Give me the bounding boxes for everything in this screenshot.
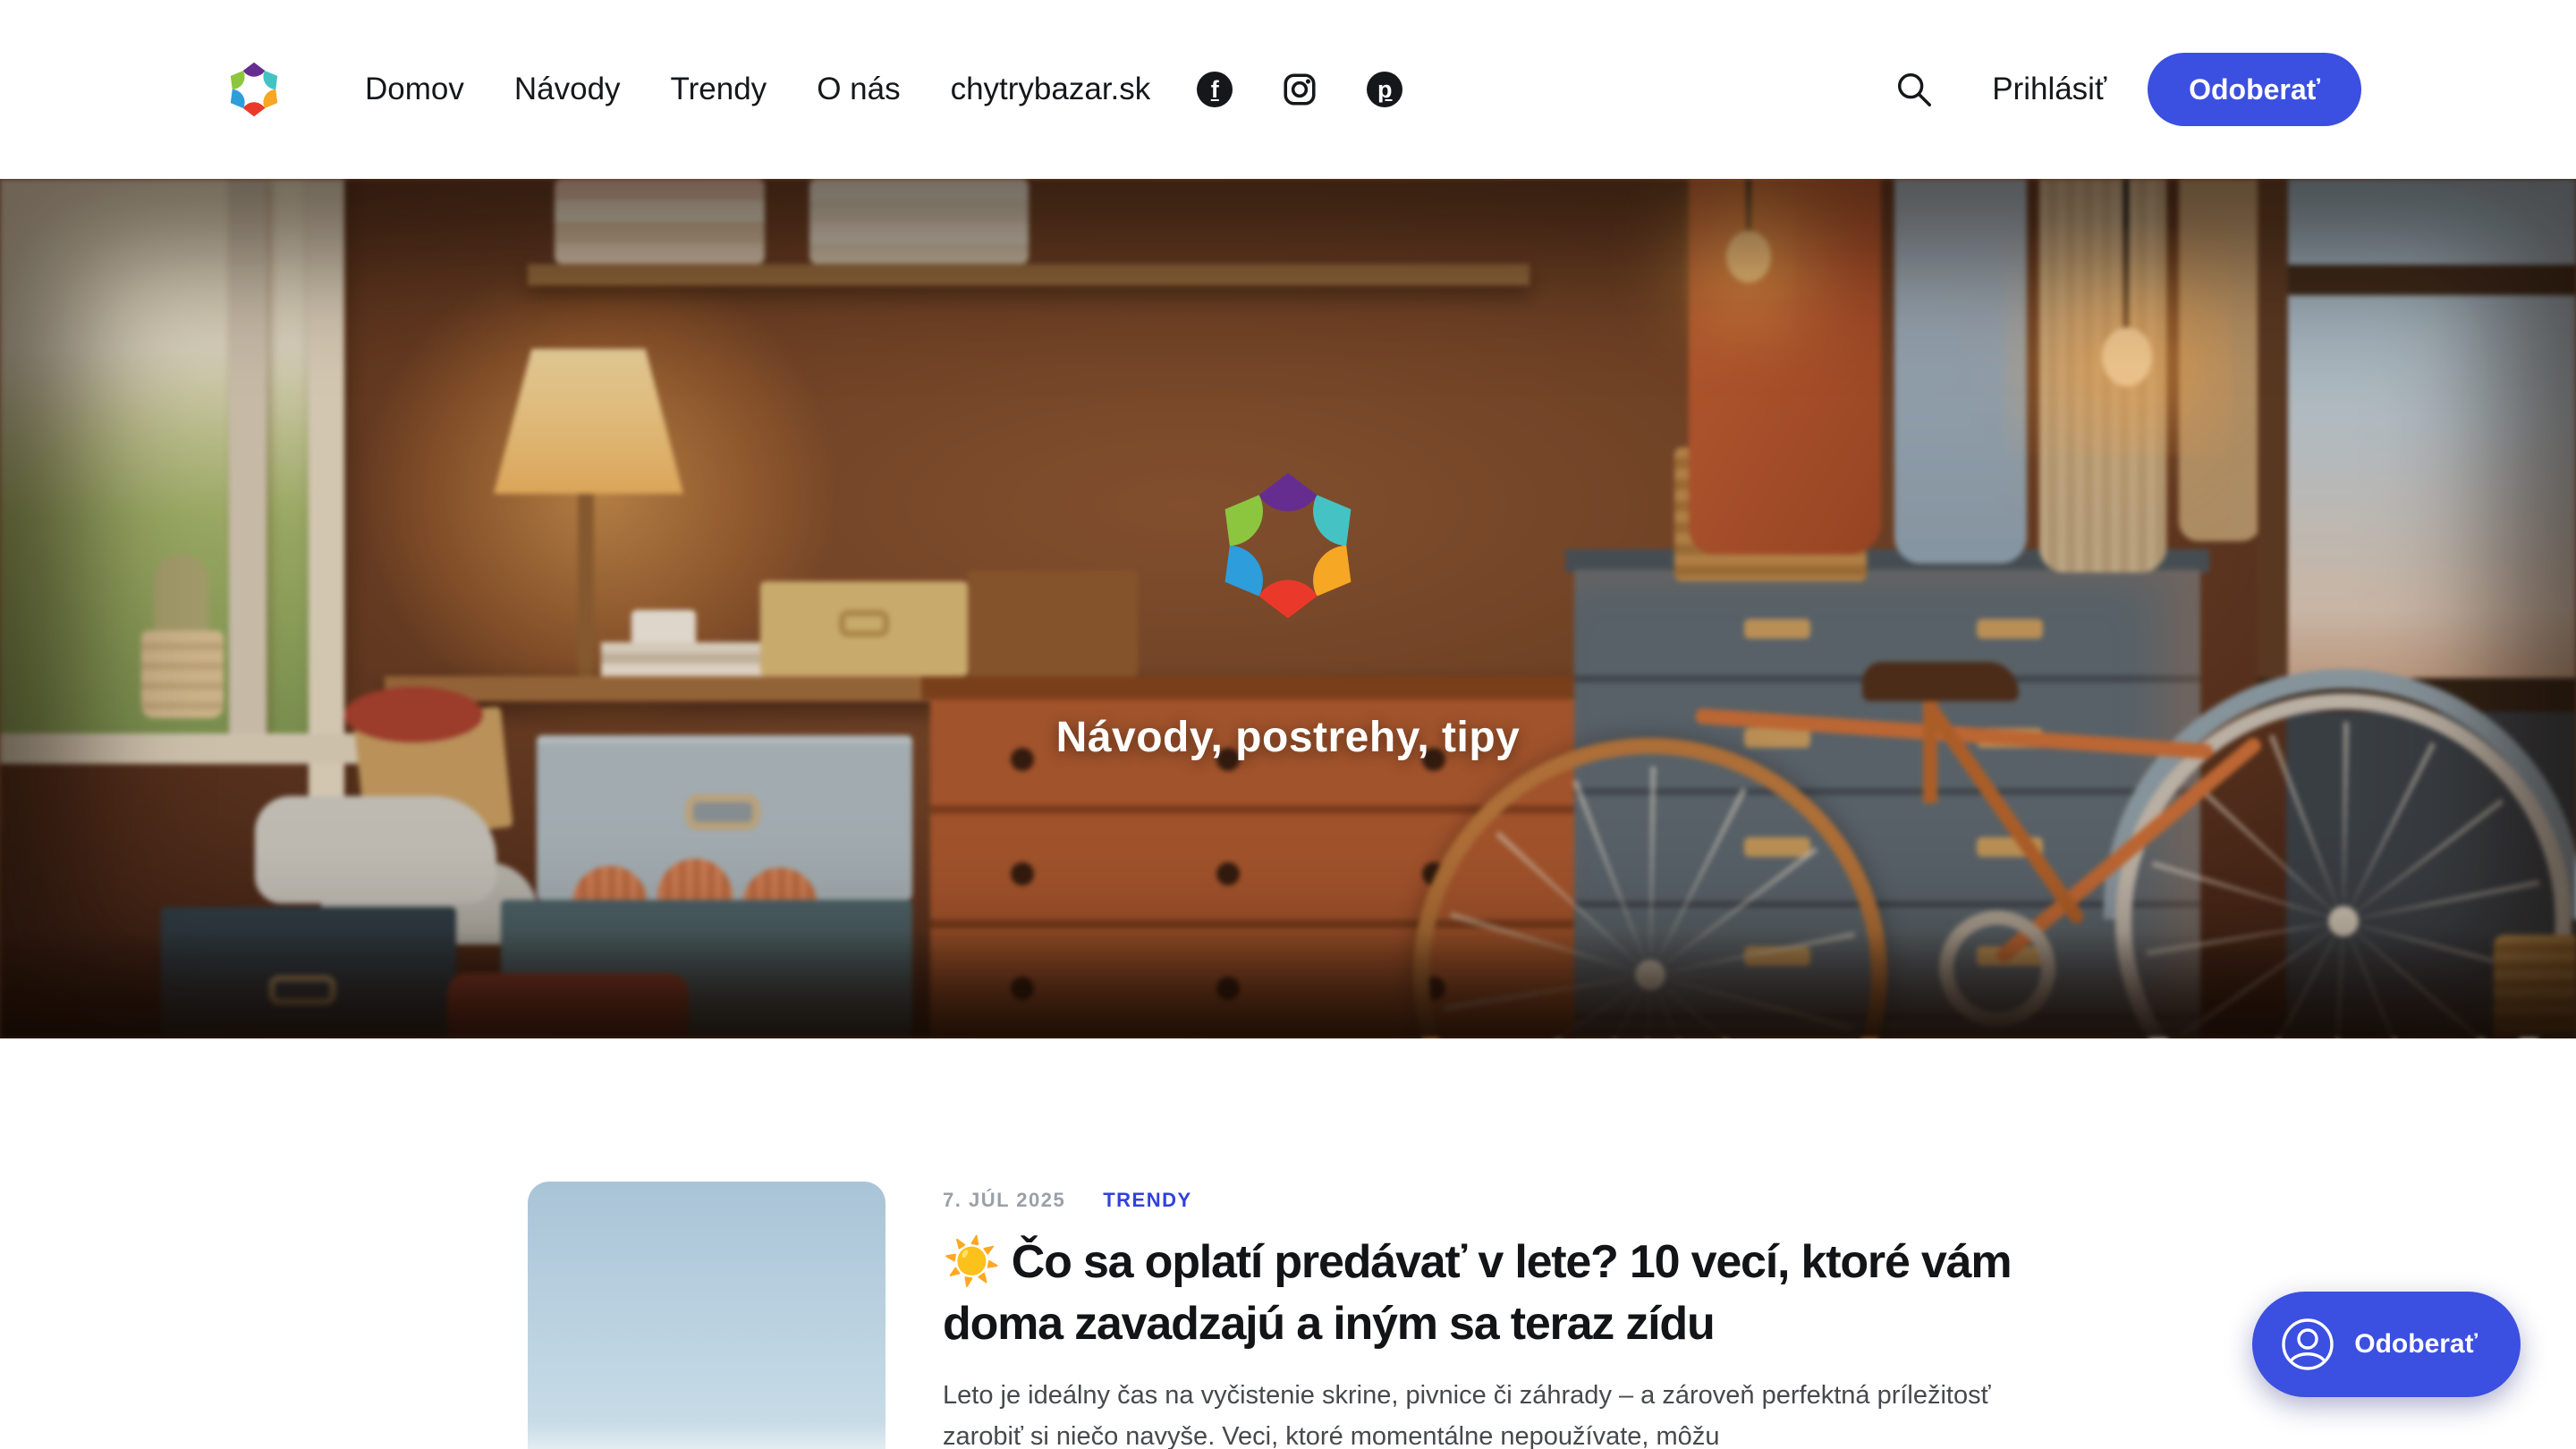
site-logo[interactable] [225, 57, 283, 122]
main-nav: Domov Návody Trendy O nás chytrybazar.sk [365, 72, 1150, 107]
article-title-text: Čo sa oplatí predávať v lete? 10 vecí, k… [943, 1236, 2011, 1350]
nav-item-trendy[interactable]: Trendy [671, 72, 767, 107]
brand-logo-icon [225, 57, 283, 122]
nav-item-chytrybazar[interactable]: chytrybazar.sk [951, 72, 1151, 107]
article-card: 7. JÚL 2025 TRENDY ☀️ Čo sa oplatí predá… [528, 1182, 2048, 1449]
logo-petal-purple [1258, 473, 1318, 512]
site-header: Domov Návody Trendy O nás chytrybazar.sk… [0, 0, 2576, 179]
facebook-glyph: f [1211, 76, 1219, 104]
nav-item-navody[interactable]: Návody [514, 72, 621, 107]
logo-petal-red [1258, 580, 1318, 618]
article-category-link[interactable]: TRENDY [1103, 1189, 1191, 1212]
header-subscribe-button[interactable]: Odoberať [2148, 53, 2361, 126]
social-links: f p [1197, 71, 1402, 108]
article-excerpt: Leto je ideálny čas na vyčistenie skrine… [943, 1376, 2048, 1449]
floating-subscribe-button[interactable]: Odoberať [2252, 1292, 2521, 1397]
nav-item-domov[interactable]: Domov [365, 72, 464, 107]
search-button[interactable] [1894, 69, 1935, 110]
logo-petal-red [243, 102, 265, 116]
instagram-icon[interactable] [1281, 71, 1318, 108]
logo-petal-purple [243, 63, 265, 77]
hero-brand-logo-icon [1211, 461, 1365, 631]
instagram-glyph [1281, 71, 1318, 108]
floating-subscribe-label: Odoberať [2354, 1329, 2478, 1360]
main-content: 7. JÚL 2025 TRENDY ☀️ Čo sa oplatí predá… [0, 1182, 2576, 1449]
signin-link[interactable]: Prihlásiť [1992, 72, 2106, 107]
search-icon [1894, 69, 1935, 110]
hero-overlay: Návody, postrehy, tipy [0, 179, 2576, 1038]
pinterest-icon[interactable]: p [1367, 72, 1402, 107]
article-title-link[interactable]: ☀️ Čo sa oplatí predávať v lete? 10 vecí… [943, 1232, 2048, 1354]
hero-banner: Návody, postrehy, tipy [0, 179, 2576, 1038]
nav-item-o-nas[interactable]: O nás [817, 72, 900, 107]
article-date: 7. JÚL 2025 [943, 1189, 1065, 1212]
account-avatar-icon [2279, 1316, 2336, 1373]
article-text-column: 7. JÚL 2025 TRENDY ☀️ Čo sa oplatí predá… [943, 1182, 2048, 1449]
pinterest-glyph: p [1377, 76, 1393, 104]
facebook-icon[interactable]: f [1197, 72, 1233, 107]
article-thumbnail[interactable] [528, 1182, 886, 1449]
article-meta: 7. JÚL 2025 TRENDY [943, 1189, 2048, 1212]
hero-tagline: Návody, postrehy, tipy [1056, 713, 1521, 762]
sun-emoji-icon: ☀️ [943, 1236, 1000, 1288]
